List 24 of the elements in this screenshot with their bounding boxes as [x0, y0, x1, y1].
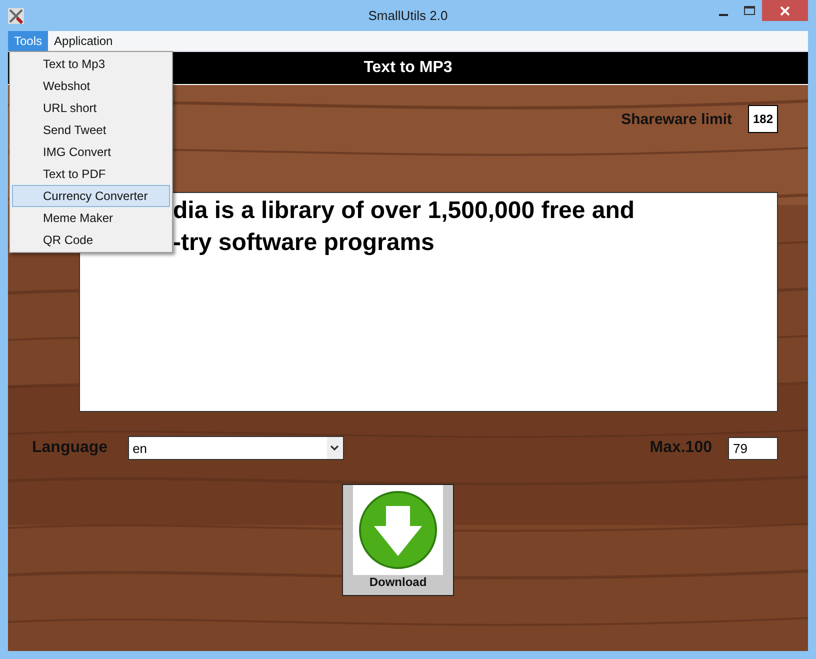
language-label: Language	[32, 439, 108, 457]
text-line: -try software programs	[173, 228, 436, 258]
shareware-count: 182	[748, 105, 778, 133]
max-input-field[interactable]: 79	[728, 436, 778, 460]
download-icon	[358, 490, 438, 570]
menu-item[interactable]: Text to Mp3	[12, 53, 170, 75]
language-dropdown[interactable]: en	[128, 436, 344, 460]
close-button[interactable]	[762, 0, 808, 21]
menu-item[interactable]: Send Tweet	[12, 119, 170, 141]
max-label: Max.100	[650, 439, 712, 457]
app-icon	[8, 8, 24, 24]
minimize-icon	[718, 14, 728, 16]
menu-item[interactable]: Text to PDF	[12, 163, 170, 185]
menu-item[interactable]: IMG Convert	[12, 141, 170, 163]
close-icon	[780, 6, 790, 16]
menu-item[interactable]: URL short	[12, 97, 170, 119]
caret-icon	[330, 445, 340, 451]
download-button[interactable]: Download	[342, 484, 454, 596]
shareware-label: Shareware limit	[621, 110, 732, 128]
menu-item[interactable]: Currency Converter	[12, 185, 170, 207]
menu-item[interactable]: Application	[48, 31, 119, 51]
window-title: SmallUtils 2.0	[367, 8, 449, 23]
maximize-icon	[744, 6, 754, 16]
text-line: dia is a library of over 1,500,000 free and	[173, 196, 636, 226]
